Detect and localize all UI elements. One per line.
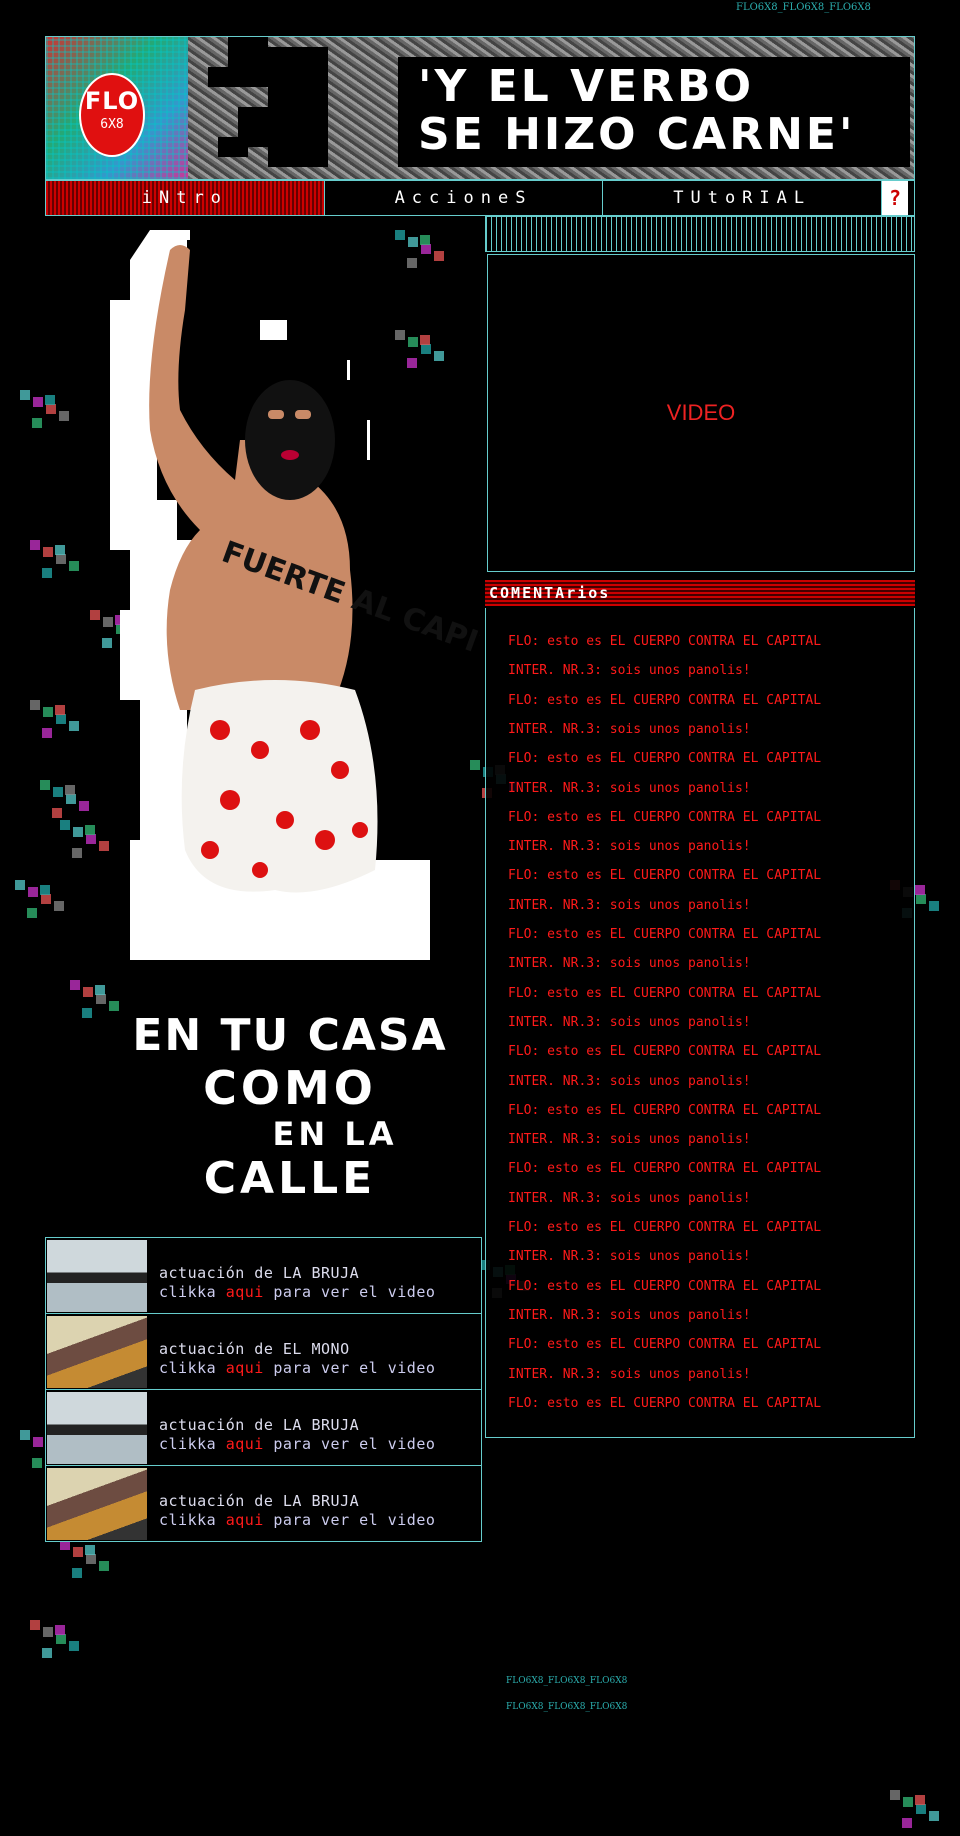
performance-cta: clikka aqui para ver el video bbox=[159, 1283, 435, 1302]
nav-item-tutorial[interactable]: TUtoRIAL bbox=[603, 181, 883, 215]
comment-item: FLO: esto es EL CUERPO CONTRA EL CAPITAL bbox=[508, 868, 822, 884]
watch-video-link[interactable]: aqui bbox=[226, 1511, 264, 1529]
comment-item: FLO: esto es EL CUERPO CONTRA EL CAPITAL bbox=[508, 985, 822, 1001]
comment-item: INTER. NR.3: sois unos panolis! bbox=[508, 839, 751, 855]
cta-suffix: para ver el video bbox=[263, 1510, 436, 1529]
hero-image: FUERTE AL CAPITAL bbox=[90, 230, 539, 1030]
performance-thumbnail[interactable] bbox=[47, 1239, 147, 1312]
slogan-line-3: EN LA bbox=[272, 1115, 398, 1153]
performance-thumbnail[interactable] bbox=[47, 1315, 147, 1388]
title-line-2: SE HIZO CARNE' bbox=[418, 109, 856, 160]
comment-item: INTER. NR.3: sois unos panolis! bbox=[508, 1014, 751, 1030]
comment-item: FLO: esto es EL CUERPO CONTRA EL CAPITAL bbox=[508, 1161, 822, 1177]
comment-item: FLO: esto es EL CUERPO CONTRA EL CAPITAL bbox=[508, 1395, 822, 1411]
performance-thumbnail[interactable] bbox=[47, 1467, 147, 1540]
watermark-top: FLO6X8_FLO6X8_FLO6X8 bbox=[736, 2, 871, 13]
logo-number-text: 6X8 bbox=[100, 117, 124, 132]
comment-item: INTER. NR.3: sois unos panolis! bbox=[508, 663, 751, 679]
slogan-line-2: COMO bbox=[203, 1061, 377, 1115]
nav-item-intro[interactable]: iNtro bbox=[46, 181, 325, 215]
comment-item: FLO: esto es EL CUERPO CONTRA EL CAPITAL bbox=[508, 692, 822, 708]
comment-item: FLO: esto es EL CUERPO CONTRA EL CAPITAL bbox=[508, 1044, 822, 1060]
performance-title: actuación de LA BRUJA bbox=[159, 1263, 360, 1282]
comment-item: INTER. NR.3: sois unos panolis! bbox=[508, 1307, 751, 1323]
cta-prefix: clikka bbox=[159, 1510, 226, 1529]
slogan-line-4: CALLE bbox=[203, 1153, 377, 1204]
comment-item: FLO: esto es EL CUERPO CONTRA EL CAPITAL bbox=[508, 1220, 822, 1235]
cta-prefix: clikka bbox=[159, 1358, 226, 1377]
performance-text: actuación de LA BRUJA clikka aqui para ve… bbox=[159, 1492, 435, 1530]
performance-title: actuación de LA BRUJA bbox=[159, 1491, 360, 1510]
watch-video-link[interactable]: aqui bbox=[226, 1283, 264, 1301]
performance-text: actuación de LA BRUJA clikka aqui para ve… bbox=[159, 1416, 435, 1454]
comment-item: FLO: esto es EL CUERPO CONTRA EL CAPITAL bbox=[508, 751, 822, 767]
help-button-wrap: ? bbox=[882, 181, 914, 215]
nav-item-acciones[interactable]: AccioneS bbox=[325, 181, 604, 215]
performance-cta: clikka aqui para ver el video bbox=[159, 1435, 435, 1454]
cta-suffix: para ver el video bbox=[263, 1282, 436, 1301]
comment-item: INTER. NR.3: sois unos panolis! bbox=[508, 956, 751, 972]
cta-prefix: clikka bbox=[159, 1434, 226, 1453]
cta-suffix: para ver el video bbox=[263, 1434, 436, 1453]
logo-tile[interactable]: FLO 6X8 bbox=[46, 37, 188, 179]
watch-video-link[interactable]: aqui bbox=[226, 1359, 264, 1377]
performance-row[interactable]: actuación de LA BRUJA clikka aqui para ve… bbox=[46, 1466, 481, 1541]
performance-cta: clikka aqui para ver el video bbox=[159, 1511, 435, 1530]
comment-item: FLO: esto es EL CUERPO CONTRA EL CAPITAL bbox=[508, 634, 822, 649]
comments-title: COMENTArios bbox=[489, 584, 611, 602]
slogan-line-1: EN TU CASA bbox=[132, 1010, 448, 1061]
comment-item: INTER. NR.3: sois unos panolis! bbox=[508, 780, 751, 796]
performances-list: actuación de LA BRUJA clikka aqui para ve… bbox=[45, 1237, 482, 1542]
cta-suffix: para ver el video bbox=[263, 1358, 436, 1377]
comment-item: INTER. NR.3: sois unos panolis! bbox=[508, 1132, 751, 1148]
comment-item: FLO: esto es EL CUERPO CONTRA EL CAPITAL bbox=[508, 1337, 822, 1353]
comment-item: INTER. NR.3: sois unos panolis! bbox=[508, 1249, 751, 1265]
video-label: VIDEO bbox=[666, 400, 736, 425]
comment-item: INTER. NR.3: sois unos panolis! bbox=[508, 721, 751, 737]
comment-item: INTER. NR.3: sois unos panolis! bbox=[508, 897, 751, 913]
video-player[interactable]: VIDEO bbox=[487, 254, 915, 572]
banner-texture: 'Y EL VERBO SE HIZO CARNE' bbox=[188, 37, 914, 179]
performance-title: actuación de LA BRUJA bbox=[159, 1415, 360, 1434]
comments-header: COMENTArios bbox=[485, 580, 915, 606]
logo-flo-text: FLO bbox=[84, 87, 140, 115]
performance-thumbnail[interactable] bbox=[47, 1391, 147, 1464]
header-banner: FLO 6X8 'Y EL VERBO SE HIZO CARNE' bbox=[45, 36, 915, 180]
comment-item: FLO: esto es EL CUERPO CONTRA EL CAPITAL bbox=[508, 809, 822, 825]
performance-row[interactable]: actuación de EL MONO clikka aqui para ver… bbox=[46, 1314, 481, 1390]
grid-strip bbox=[485, 216, 915, 252]
watch-video-link[interactable]: aqui bbox=[226, 1435, 264, 1453]
flo-logo[interactable]: FLO 6X8 bbox=[79, 73, 145, 157]
watermark-bottom-1: FLO6X8_FLO6X8_FLO6X8 bbox=[506, 1676, 628, 1686]
comment-item: INTER. NR.3: sois unos panolis! bbox=[508, 1190, 751, 1206]
hero-figure-illustration: FUERTE AL CAPITAL bbox=[90, 230, 539, 960]
cta-prefix: clikka bbox=[159, 1282, 226, 1301]
watermark-bottom-2: FLO6X8_FLO6X8_FLO6X8 bbox=[506, 1702, 628, 1712]
performance-row[interactable]: actuación de LA BRUJA clikka aqui para ve… bbox=[46, 1390, 481, 1466]
performance-text: actuación de EL MONO clikka aqui para ver… bbox=[159, 1340, 435, 1378]
comment-item: FLO: esto es EL CUERPO CONTRA EL CAPITAL bbox=[508, 927, 822, 942]
comments-list[interactable]: FLO: esto es EL CUERPO CONTRA EL CAPITAL… bbox=[485, 608, 915, 1438]
performance-cta: clikka aqui para ver el video bbox=[159, 1359, 435, 1378]
help-button[interactable]: ? bbox=[882, 181, 909, 215]
main-nav: iNtro AccioneS TUtoRIAL ? bbox=[45, 180, 915, 216]
title-line-1: 'Y EL VERBO bbox=[418, 61, 754, 112]
comment-item: INTER. NR.3: sois unos panolis! bbox=[508, 1073, 751, 1089]
performance-row[interactable]: actuación de LA BRUJA clikka aqui para ve… bbox=[46, 1238, 481, 1314]
comment-item: FLO: esto es EL CUERPO CONTRA EL CAPITAL bbox=[508, 1278, 822, 1294]
comment-item: INTER. NR.3: sois unos panolis! bbox=[508, 1366, 751, 1382]
page-title: 'Y EL VERBO SE HIZO CARNE' bbox=[418, 63, 855, 159]
slogan: EN TU CASA COMO EN LA CALLE bbox=[100, 1010, 480, 1204]
comment-item: FLO: esto es EL CUERPO CONTRA EL CAPITAL bbox=[508, 1102, 822, 1118]
performance-title: actuación de EL MONO bbox=[159, 1339, 350, 1358]
performance-text: actuación de LA BRUJA clikka aqui para ve… bbox=[159, 1264, 435, 1302]
